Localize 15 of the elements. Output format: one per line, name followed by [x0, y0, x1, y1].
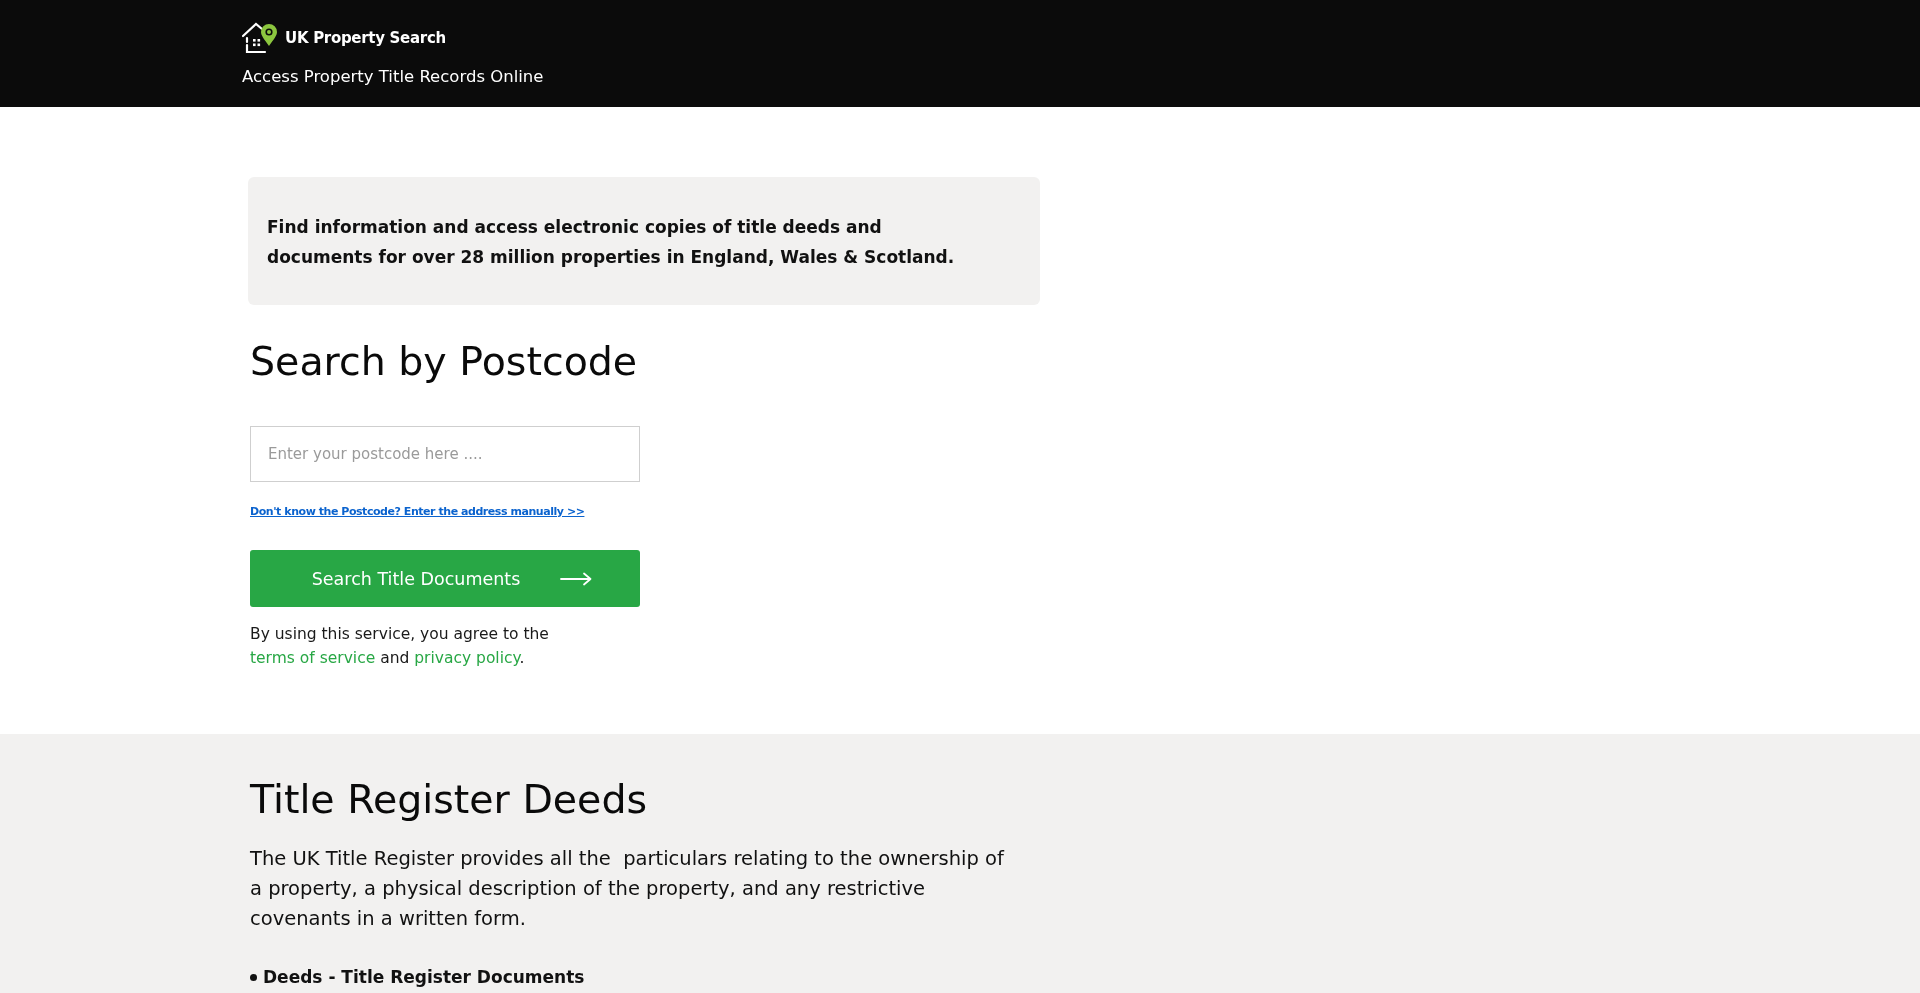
- search-heading: Search by Postcode: [250, 337, 638, 386]
- intro-text: Find information and access electronic copies of title deeds and documents for over 28 million properties in England, Wales & Scotland.: [267, 216, 956, 269]
- section-text: The UK Title Register provides all the particulars relating to the ownership of a property, a physical description of the property, and any restrictive covenants in a written form.: [250, 846, 1006, 932]
- terms-text: By using this service, you agree to the terms of service and privacy policy.: [250, 624, 550, 669]
- logo-text: UK Property Search: [285, 29, 446, 47]
- search-button[interactable]: Search Title Documents: [250, 550, 640, 607]
- bullet-icon: [250, 973, 257, 981]
- tagline: Access Property Title Records Online: [242, 66, 544, 88]
- arrow-right-icon: [560, 571, 593, 586]
- privacy-link[interactable]: privacy policy: [414, 649, 520, 667]
- manual-address-link[interactable]: Don't know the Postcode? Enter the address manually >>: [250, 505, 585, 518]
- bullet-text: Deeds - Title Register Documents: [263, 966, 585, 989]
- section-heading: Title Register Deeds: [250, 775, 648, 824]
- postcode-field[interactable]: Enter your postcode here ....: [250, 426, 640, 482]
- terms-link[interactable]: terms of service: [250, 649, 376, 667]
